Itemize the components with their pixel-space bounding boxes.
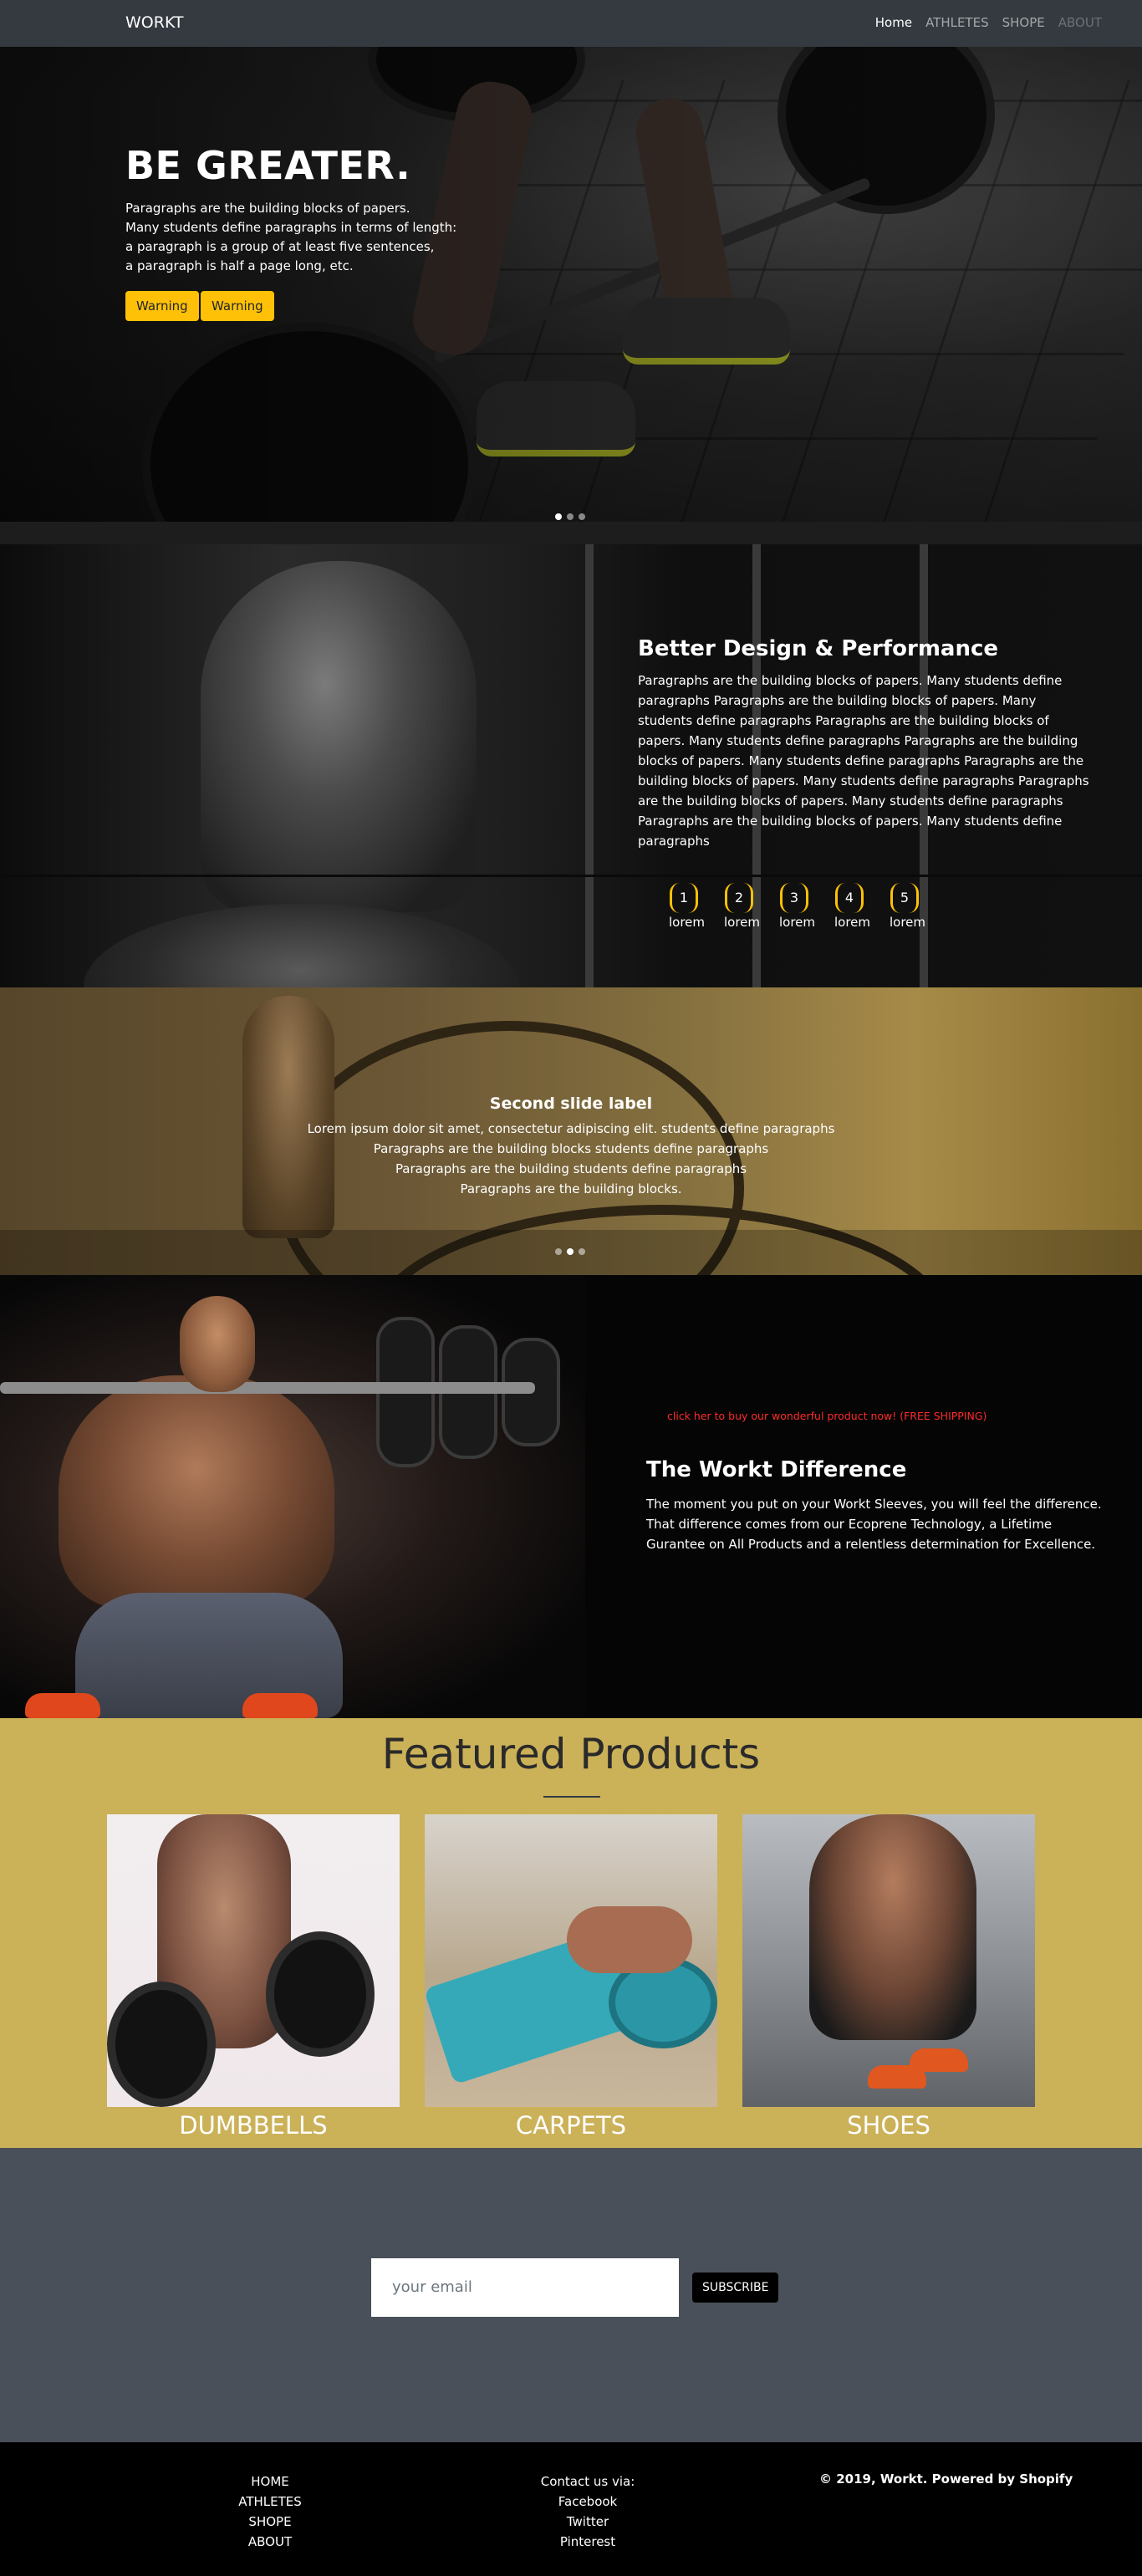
step-item: 3 lorem bbox=[779, 883, 816, 930]
product-image[interactable] bbox=[742, 1814, 1035, 2107]
lifter-body bbox=[59, 1375, 334, 1609]
slide-line: Paragraphs are the building students def… bbox=[395, 1161, 747, 1176]
slide-line: Lorem ipsum dolor sit amet, consectetur … bbox=[307, 1121, 835, 1136]
nav-links: Home ATHLETES SHOPE ABOUT bbox=[875, 15, 1102, 30]
design-text: Paragraphs are the building blocks of pa… bbox=[638, 673, 1089, 849]
slide2-indicators bbox=[555, 1248, 585, 1255]
copyright: © 2019, Workt. Powered by Shopify bbox=[819, 2471, 1073, 2487]
brand-logo[interactable]: WORKT bbox=[125, 13, 184, 32]
nav-link-about[interactable]: ABOUT bbox=[1058, 15, 1102, 30]
footer-link-pinterest[interactable]: Pinterest bbox=[538, 2532, 638, 2552]
step-label: lorem bbox=[669, 915, 706, 930]
step-item: 5 lorem bbox=[890, 883, 926, 930]
slide-line: Paragraphs are the building blocks stude… bbox=[373, 1141, 769, 1156]
footer-link-about[interactable]: ABOUT bbox=[236, 2532, 304, 2552]
promo-link[interactable]: click her to buy our wonderful product n… bbox=[667, 1410, 987, 1422]
hand-shape bbox=[567, 1906, 692, 1973]
step-label: lorem bbox=[834, 915, 871, 930]
product-name[interactable]: DUMBBELLS bbox=[107, 2111, 400, 2140]
footer-nav: HOME ATHLETES SHOPE ABOUT bbox=[236, 2471, 304, 2552]
product-image[interactable] bbox=[425, 1814, 717, 2107]
slide-title: Second slide label bbox=[489, 1094, 653, 1113]
product-card-dumbbells[interactable]: DUMBBELLS bbox=[107, 1814, 400, 2140]
subscribe-section: your email SUBSCRIBE bbox=[0, 2148, 1142, 2442]
lifter-shoe bbox=[25, 1693, 100, 1718]
lifter-barbell bbox=[0, 1382, 535, 1394]
difference-text: The moment you put on your Workt Sleeves… bbox=[646, 1497, 1102, 1552]
contact-title: Contact us via: bbox=[540, 2474, 635, 2489]
carousel-indicator[interactable] bbox=[555, 513, 562, 520]
footer-link-athletes[interactable]: ATHLETES bbox=[236, 2492, 304, 2512]
warning-button-2[interactable]: Warning bbox=[201, 291, 274, 321]
carousel-indicator[interactable] bbox=[567, 1248, 574, 1255]
step-item: 2 lorem bbox=[724, 883, 761, 930]
design-section: Better Design & Performance Paragraphs a… bbox=[0, 544, 1142, 987]
hero-indicators bbox=[555, 513, 585, 520]
product-image[interactable] bbox=[107, 1814, 400, 2107]
featured-products: Featured Products DUMBBELLS CARPETS SHOE… bbox=[0, 1718, 1142, 2148]
gym-rack bbox=[585, 544, 594, 987]
slide-line: Paragraphs are the building blocks. bbox=[460, 1181, 682, 1196]
athlete-torso-image bbox=[84, 904, 518, 987]
slide-text: Lorem ipsum dolor sit amet, consectetur … bbox=[0, 1119, 1142, 1199]
hero-text: Paragraphs are the building blocks of pa… bbox=[125, 199, 477, 276]
lifter-head bbox=[180, 1296, 255, 1392]
featured-underline bbox=[543, 1796, 600, 1798]
hero-line: a paragraph is half a page long, etc. bbox=[125, 258, 354, 273]
dumbbell-plate bbox=[107, 1982, 216, 2107]
hero-title: BE GREATER. bbox=[125, 143, 411, 188]
nav-link-athletes[interactable]: ATHLETES bbox=[925, 15, 989, 30]
step-label: lorem bbox=[724, 915, 761, 930]
footer-link-home[interactable]: HOME bbox=[236, 2471, 304, 2492]
carousel-indicator[interactable] bbox=[579, 1248, 585, 1255]
featured-title: Featured Products bbox=[381, 1730, 761, 1778]
step-label: lorem bbox=[890, 915, 926, 930]
sneaker-shape bbox=[910, 2048, 968, 2072]
footer-link-shope[interactable]: SHOPE bbox=[236, 2512, 304, 2532]
step-badge: 5 bbox=[890, 883, 919, 913]
athlete-torso-image bbox=[201, 561, 477, 912]
product-name[interactable]: CARPETS bbox=[425, 2111, 717, 2140]
step-badge: 1 bbox=[670, 883, 698, 913]
difference-title: The Workt Difference bbox=[646, 1457, 907, 1482]
dumbbell-plate bbox=[266, 1931, 375, 2057]
footer-link-twitter[interactable]: Twitter bbox=[538, 2512, 638, 2532]
product-card-carpets[interactable]: CARPETS bbox=[425, 1814, 717, 2140]
step-badge: 4 bbox=[835, 883, 864, 913]
warning-button-1[interactable]: Warning bbox=[125, 291, 199, 321]
design-title: Better Design & Performance bbox=[638, 636, 999, 661]
steps-row: 1 lorem 2 lorem 3 lorem 4 lorem 5 lorem bbox=[669, 883, 926, 930]
email-input[interactable]: your email bbox=[371, 2258, 679, 2317]
section-divider bbox=[0, 875, 1142, 877]
step-item: 4 lorem bbox=[834, 883, 871, 930]
hero-line: Paragraphs are the building blocks of pa… bbox=[125, 201, 410, 216]
step-label: lorem bbox=[779, 915, 816, 930]
section-gap bbox=[0, 522, 1142, 544]
hero-line: a paragraph is a group of at least five … bbox=[125, 239, 435, 254]
nav-link-home[interactable]: Home bbox=[875, 15, 912, 30]
second-carousel: Second slide label Lorem ipsum dolor sit… bbox=[0, 987, 1142, 1275]
subscribe-button[interactable]: SUBSCRIBE bbox=[692, 2272, 779, 2303]
athlete-woman-image bbox=[242, 996, 334, 1238]
footer-link-facebook[interactable]: Facebook bbox=[538, 2492, 638, 2512]
nav-link-shope[interactable]: SHOPE bbox=[1002, 15, 1045, 30]
carousel-indicator[interactable] bbox=[579, 513, 585, 520]
difference-section: click her to buy our wonderful product n… bbox=[0, 1275, 1142, 1718]
hero-overlay bbox=[0, 47, 1142, 522]
athlete-shape bbox=[809, 1814, 976, 2040]
step-badge: 3 bbox=[780, 883, 808, 913]
hero-line: Many students define paragraphs in terms… bbox=[125, 220, 457, 235]
step-badge: 2 bbox=[725, 883, 753, 913]
navbar: WORKT Home ATHLETES SHOPE ABOUT bbox=[0, 0, 1142, 47]
footer-contact: Contact us via: Facebook Twitter Pintere… bbox=[538, 2471, 638, 2552]
hero-carousel: BE GREATER. Paragraphs are the building … bbox=[0, 47, 1142, 522]
step-item: 1 lorem bbox=[669, 883, 706, 930]
footer: HOME ATHLETES SHOPE ABOUT Contact us via… bbox=[0, 2442, 1142, 2576]
lifter-shoe bbox=[242, 1693, 318, 1718]
carousel-indicator[interactable] bbox=[555, 1248, 562, 1255]
product-card-shoes[interactable]: SHOES bbox=[742, 1814, 1035, 2140]
product-name[interactable]: SHOES bbox=[742, 2111, 1035, 2140]
carousel-indicator[interactable] bbox=[567, 513, 574, 520]
